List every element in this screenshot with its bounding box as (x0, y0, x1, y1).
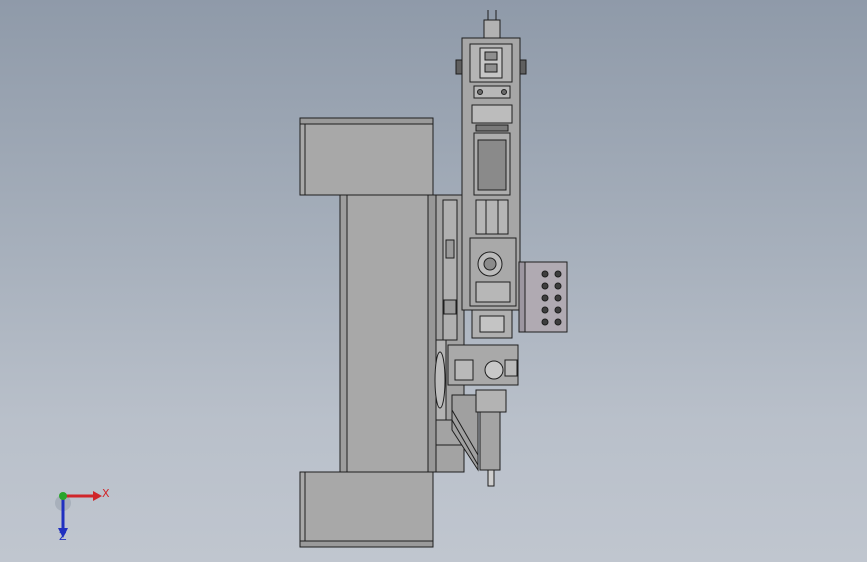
top-bracket (483, 10, 501, 39)
bottom-crossbar (299, 471, 434, 548)
x-axis-label: X (102, 487, 110, 500)
spindle-tool (475, 389, 507, 487)
top-crossbar (299, 117, 434, 196)
control-panel (518, 261, 568, 333)
z-axis-label: Z (59, 530, 67, 543)
rotary-head (447, 344, 519, 386)
machine-model[interactable] (0, 0, 867, 562)
cad-viewport[interactable]: X Z (0, 0, 867, 562)
main-column (339, 194, 437, 473)
motor-assembly (469, 237, 517, 339)
